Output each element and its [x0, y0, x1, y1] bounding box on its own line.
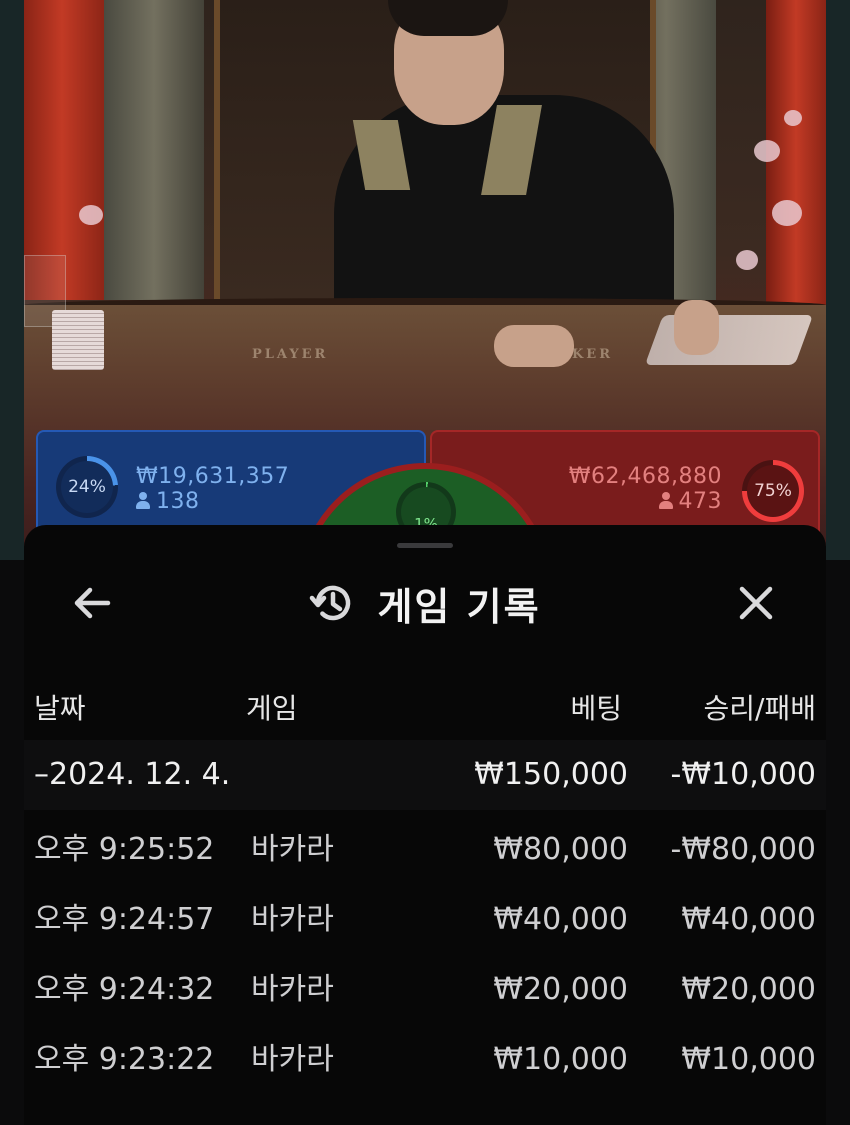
- dealer-hair: [388, 0, 508, 36]
- person-icon: [136, 492, 150, 509]
- player-percent-ring: 24%: [56, 456, 118, 518]
- card-shoe: [644, 315, 814, 365]
- history-row[interactable]: 오후 9:23:22 바카라 ₩10,000 ₩10,000: [24, 1025, 826, 1095]
- player-percent: 24%: [61, 461, 113, 513]
- red-curtain-right: [766, 0, 826, 320]
- blossom: [79, 205, 103, 225]
- card-stack: [52, 310, 104, 370]
- column-header-win-loss: 승리/패배: [703, 692, 816, 725]
- row-time: 오후 9:24:57: [34, 902, 215, 937]
- dealer-hand: [494, 325, 574, 367]
- banker-bet-info: ₩62,468,880 473: [569, 464, 722, 514]
- row-bet: ₩40,000: [493, 902, 628, 937]
- pillar-left: [104, 0, 204, 300]
- banker-bet-amount: ₩62,468,880: [568, 464, 722, 489]
- player-bettors: 138: [136, 489, 289, 514]
- sheet-header: 게임 기록: [24, 575, 826, 631]
- blossom: [754, 140, 780, 162]
- history-row[interactable]: 오후 9:24:32 바카라 ₩20,000 ₩20,000: [24, 955, 826, 1025]
- player-bettor-count: 138: [156, 489, 200, 514]
- row-game: 바카라: [251, 972, 334, 1007]
- table-label-player: PLAYER: [252, 347, 329, 362]
- column-header-game: 게임: [246, 692, 298, 725]
- banker-percent-ring: 75%: [742, 460, 804, 522]
- group-win-loss-total: -₩10,000: [670, 757, 816, 792]
- banker-percent: 75%: [747, 465, 799, 517]
- row-win-loss: ₩20,000: [681, 972, 816, 1007]
- history-clock-icon: [310, 585, 351, 621]
- screen-edge-left: [0, 0, 24, 560]
- blossom: [772, 200, 802, 226]
- blossom: [736, 250, 758, 270]
- group-date: –2024. 12. 4.: [34, 757, 231, 792]
- row-game: 바카라: [251, 1042, 334, 1077]
- person-icon: [658, 492, 673, 509]
- table-label-banker: KER: [572, 347, 614, 362]
- blossom: [784, 110, 802, 126]
- row-time: 오후 9:25:52: [34, 832, 215, 867]
- row-bet: ₩10,000: [493, 1042, 628, 1077]
- player-bet-info: ₩19,631,357 138: [136, 464, 289, 514]
- row-win-loss: ₩40,000: [681, 902, 816, 937]
- column-header-bet: 베팅: [570, 692, 622, 725]
- banker-bettors: 473: [569, 489, 722, 514]
- close-icon: [739, 586, 773, 620]
- row-game: 바카라: [251, 902, 334, 937]
- game-history-sheet: 게임 기록 날짜 게임 베팅 승리/패배 –2024. 12. 4. ₩150,…: [24, 525, 826, 1125]
- row-win-loss: -₩80,000: [670, 832, 816, 867]
- row-bet: ₩80,000: [493, 832, 628, 867]
- dealer-hand: [674, 300, 719, 355]
- banker-bettor-count: 473: [678, 489, 722, 514]
- history-row[interactable]: 오후 9:25:52 바카라 ₩80,000 -₩80,000: [24, 815, 826, 885]
- row-win-loss: ₩10,000: [681, 1042, 816, 1077]
- row-game: 바카라: [251, 832, 334, 867]
- row-time: 오후 9:24:32: [34, 972, 215, 1007]
- date-group-row[interactable]: –2024. 12. 4. ₩150,000 -₩10,000: [24, 740, 826, 810]
- player-bet-amount: ₩19,631,357: [136, 464, 290, 489]
- sheet-drag-handle[interactable]: [397, 543, 453, 548]
- column-header-date: 날짜: [34, 692, 86, 725]
- close-button[interactable]: [732, 579, 780, 627]
- row-time: 오후 9:23:22: [34, 1042, 215, 1077]
- history-row[interactable]: 오후 9:24:57 바카라 ₩40,000 ₩40,000: [24, 885, 826, 955]
- page-title: 게임 기록: [377, 584, 541, 629]
- screen-edge-right: [826, 0, 850, 560]
- row-bet: ₩20,000: [493, 972, 628, 1007]
- group-bet-total: ₩150,000: [474, 757, 628, 792]
